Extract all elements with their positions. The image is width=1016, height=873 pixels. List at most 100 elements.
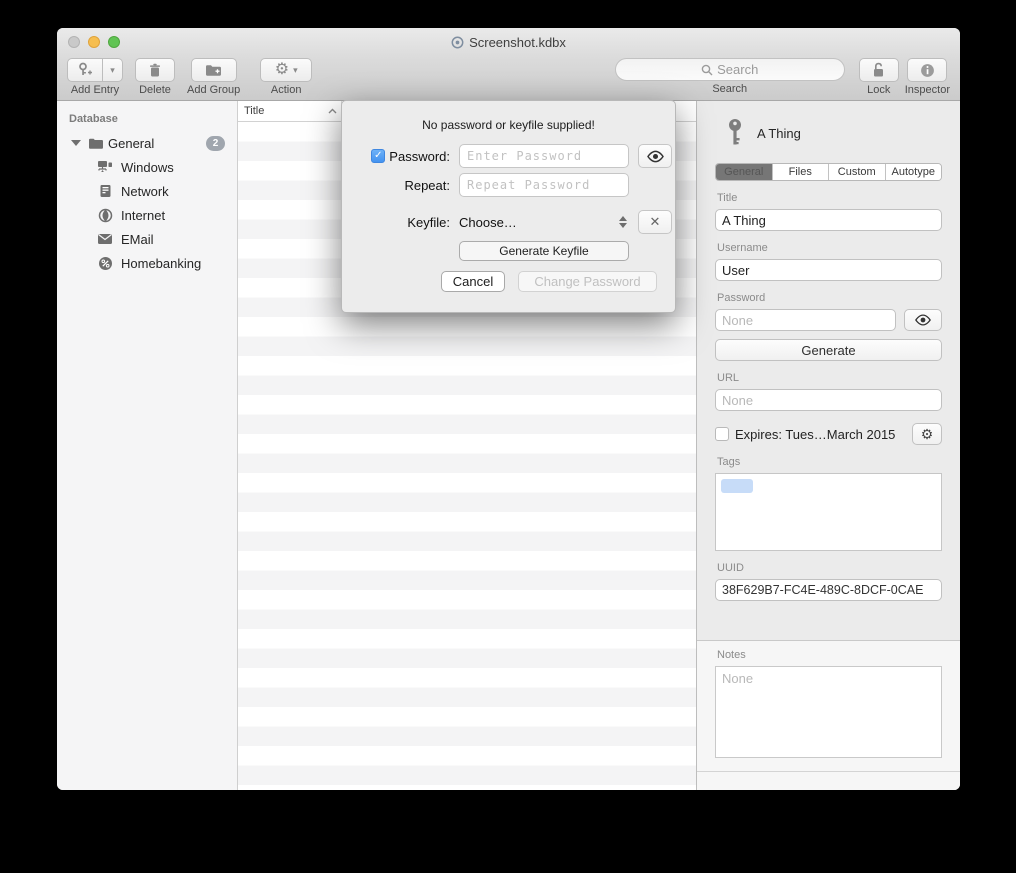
tab-general-label: General (724, 166, 763, 178)
sidebar-item-email[interactable]: EMail (57, 227, 237, 251)
dialog-repeat-label: Repeat: (404, 178, 450, 193)
enter-password-input[interactable] (459, 144, 629, 168)
title-field[interactable] (715, 209, 942, 231)
dialog-reveal-password-button[interactable] (638, 144, 672, 168)
search-input[interactable]: Search (615, 58, 845, 81)
gear-icon: ⚙ (275, 62, 289, 78)
trash-icon (148, 63, 162, 78)
gear-icon: ⚙ (921, 426, 934, 443)
windows-network-icon (97, 159, 113, 175)
generate-keyfile-button[interactable]: Generate Keyfile (459, 241, 629, 261)
inspector-panel: A Thing General Files Custom Autotype Ti… (696, 101, 960, 790)
notes-label: Notes (717, 649, 942, 661)
info-icon (920, 63, 935, 78)
add-entry-dropdown[interactable]: ▾ (103, 58, 123, 82)
inspector-button[interactable] (907, 58, 947, 82)
document-icon (451, 36, 464, 49)
divider (697, 771, 960, 772)
entry-title: A Thing (757, 126, 801, 141)
sidebar-item-label: EMail (121, 232, 154, 247)
clear-keyfile-button[interactable]: ✕ (638, 210, 672, 234)
open-padlock-icon (871, 62, 886, 78)
generate-label: Generate (801, 343, 855, 358)
dialog-password-label: Password: (389, 149, 450, 164)
search-label: Search (712, 83, 747, 95)
change-password-button[interactable]: Change Password (518, 271, 657, 292)
server-icon (97, 183, 113, 199)
folder-plus-icon (205, 63, 222, 77)
add-entry-button[interactable] (67, 58, 103, 82)
sidebar-item-homebanking[interactable]: Homebanking (57, 251, 237, 275)
password-checkbox[interactable]: ✓ (371, 149, 385, 163)
sidebar-item-network[interactable]: Network (57, 179, 237, 203)
notes-section: Notes (697, 640, 960, 790)
keyfile-popup[interactable]: Choose… (459, 215, 629, 230)
cancel-label: Cancel (453, 274, 493, 289)
tab-files[interactable]: Files (773, 164, 830, 180)
tab-files-label: Files (789, 166, 812, 178)
key-plus-icon (77, 62, 93, 78)
uuid-label: UUID (717, 562, 942, 574)
column-title-label: Title (244, 105, 264, 117)
change-password-dialog: No password or keyfile supplied! ✓ Passw… (341, 100, 676, 313)
envelope-icon (97, 231, 113, 247)
url-field[interactable] (715, 389, 942, 411)
folder-icon (88, 135, 104, 151)
close-x-icon: ✕ (650, 214, 661, 230)
action-button[interactable]: ⚙ ▾ (260, 58, 312, 82)
tag-chip[interactable] (721, 479, 753, 493)
close-button[interactable] (68, 36, 80, 48)
sidebar-section-header: Database (57, 109, 237, 131)
dialog-keyfile-label: Keyfile: (407, 215, 450, 230)
chevron-down-icon: ▾ (293, 65, 298, 76)
tags-label: Tags (717, 456, 942, 468)
percent-coin-icon (97, 255, 113, 271)
disclosure-triangle-icon[interactable] (71, 140, 81, 146)
delete-button[interactable] (135, 58, 175, 82)
password-field[interactable] (715, 309, 896, 331)
toolbar: ▾ Add Entry Delete Add Group (57, 56, 960, 101)
window-title: Screenshot.kdbx (469, 35, 566, 50)
tags-field[interactable] (715, 473, 942, 551)
expires-checkbox[interactable] (715, 427, 729, 441)
inspector-tabs: General Files Custom Autotype (715, 163, 942, 181)
dialog-message: No password or keyfile supplied! (342, 118, 675, 132)
tab-custom-label: Custom (838, 166, 876, 178)
eye-icon (914, 314, 932, 326)
url-field-label: URL (717, 372, 942, 384)
main-window: Screenshot.kdbx ▾ Add Entry (57, 28, 960, 790)
traffic-lights (68, 36, 120, 48)
add-group-label: Add Group (187, 84, 240, 96)
notes-field[interactable] (715, 666, 942, 758)
minimize-button[interactable] (88, 36, 100, 48)
zoom-button[interactable] (108, 36, 120, 48)
sidebar-item-general[interactable]: General 2 (57, 131, 237, 155)
sidebar-item-label: Windows (121, 160, 174, 175)
column-header-title[interactable]: Title (238, 101, 342, 121)
sidebar-item-internet[interactable]: Internet (57, 203, 237, 227)
sidebar-item-label: Homebanking (121, 256, 201, 271)
add-group-button[interactable] (191, 58, 237, 82)
title-field-label: Title (717, 192, 942, 204)
password-field-label: Password (717, 292, 942, 304)
reveal-password-button[interactable] (904, 309, 942, 331)
tab-general[interactable]: General (716, 164, 773, 180)
add-entry-label: Add Entry (71, 84, 119, 96)
cancel-button[interactable]: Cancel (441, 271, 505, 292)
stepper-icon (619, 216, 627, 228)
change-password-label: Change Password (534, 274, 640, 289)
tab-autotype-label: Autotype (892, 166, 935, 178)
key-icon (725, 118, 745, 148)
username-field[interactable] (715, 259, 942, 281)
sidebar-item-windows[interactable]: Windows (57, 155, 237, 179)
generate-keyfile-label: Generate Keyfile (499, 244, 588, 258)
tab-custom[interactable]: Custom (829, 164, 886, 180)
lock-label: Lock (867, 84, 890, 96)
repeat-password-input[interactable] (459, 173, 629, 197)
expires-settings-button[interactable]: ⚙ (912, 423, 942, 445)
generate-password-button[interactable]: Generate (715, 339, 942, 361)
search-icon (701, 64, 713, 76)
tab-autotype[interactable]: Autotype (886, 164, 942, 180)
eye-icon (646, 150, 665, 163)
lock-button[interactable] (859, 58, 899, 82)
